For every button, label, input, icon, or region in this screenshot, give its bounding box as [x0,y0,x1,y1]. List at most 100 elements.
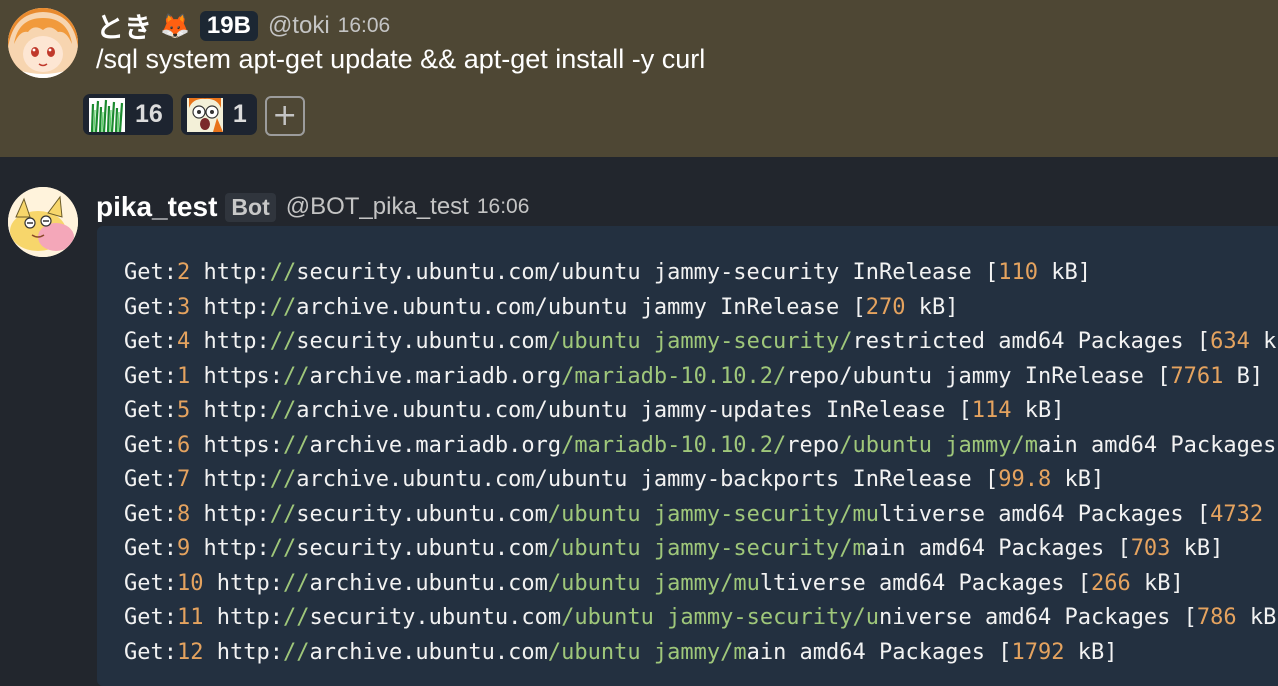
code-token: kB] [905,294,959,320]
code-token: http: [190,294,270,320]
code-token: Get: [124,467,177,492]
code-token: 7 [176,467,191,492]
code-token: // [282,639,310,665]
code-token: security.ubuntu.com [296,536,548,561]
code-token: // [282,570,310,596]
reaction-bar: 16 1 + [83,94,305,136]
code-token: archive.mariadb.org [309,432,562,458]
code-token: 270 [865,294,906,320]
code-token: kB] [1170,536,1224,561]
message-toki: とき 🦊 19B @toki 16:06 /sql system apt-get… [0,0,1278,157]
code-token: B] [1223,363,1264,389]
code-token: 8 [176,501,191,527]
code-token: kB] [1051,467,1105,492]
code-token: // [282,432,310,458]
code-token: archive.ubuntu.com/ubuntu jammy-backport… [296,467,999,492]
code-token: Get: [124,260,177,285]
user-badge: 19B [199,11,258,41]
code-token: B [1263,502,1278,527]
code-token: security.ubuntu.com [296,329,548,354]
code-line: Get:7 http://archive.ubuntu.com/ubuntu j… [124,463,1278,498]
code-token: kB] [1263,329,1278,354]
code-token: /ubuntu jammy/mu [547,570,760,596]
message-header: とき 🦊 19B @toki 16:06 [96,6,390,46]
code-token: 634 [1210,329,1250,354]
author-name[interactable]: pika_test [96,191,217,223]
code-token: Get: [124,432,177,458]
code-token: /mariadb-10.10.2/ [561,432,787,458]
code-token: /ubuntu jammy/m [547,639,747,665]
message-pika-test: pika_test Bot @BOT_pika_test 16:06 Get:2… [0,157,1278,686]
author-name[interactable]: とき [96,6,152,46]
add-reaction-button[interactable]: + [264,96,305,136]
code-token: 4 [176,329,191,354]
code-token: http: [190,501,270,527]
code-token: http: [190,467,270,492]
code-token: 7761 [1170,363,1224,389]
code-token: kB] [1249,605,1278,630]
code-token: https: [190,363,283,389]
code-token: Get: [124,570,177,596]
shocked-face-stamp-icon [186,97,223,132]
code-token: // [269,501,297,527]
code-token: 3 [176,294,191,320]
code-token: 10 [176,570,204,596]
code-token: kB] [1130,570,1184,596]
code-token: ltiverse amd64 Packages [ [759,570,1091,596]
message-header: pika_test Bot @BOT_pika_test 16:06 [96,187,529,227]
code-token: https: [190,432,283,458]
code-token: // [269,329,297,354]
code-token: ain amd64 Packages [ [746,639,1012,665]
code-output: Get:2 http://security.ubuntu.com/ubuntu … [124,256,1278,670]
code-token: http: [190,329,270,354]
code-token: Get: [124,294,177,320]
code-token: kB] [1011,398,1065,423]
code-token: repo [786,432,840,458]
bot-badge: Bot [225,192,276,222]
code-token: restricted amd64 Packages [ [852,329,1211,354]
code-token: // [282,605,310,630]
plus-icon: + [272,98,298,133]
code-token: /ubuntu jammy-security/mu [547,501,880,527]
code-token: /ubuntu jammy-security/ [547,329,853,354]
code-token: Get: [124,639,177,665]
code-token: archive.ubuntu.com [309,570,548,596]
code-token: // [282,363,310,389]
fox-emoji-icon: 🦊 [160,12,190,40]
avatar-toki[interactable] [8,8,78,78]
code-token: archive.ubuntu.com/ubuntu jammy InReleas… [296,294,866,320]
code-token: ain amd64 Packages [ [865,536,1131,561]
code-token: security.ubuntu.com [296,501,548,527]
code-token: 4732 [1210,501,1264,527]
message-time[interactable]: 16:06 [338,14,391,38]
code-token: 2 [176,260,191,285]
code-block[interactable]: Get:2 http://security.ubuntu.com/ubuntu … [97,226,1278,686]
avatar-pika-test[interactable] [8,187,78,257]
code-line: Get:6 https://archive.mariadb.org/mariad… [124,429,1278,464]
code-line: Get:2 http://security.ubuntu.com/ubuntu … [124,256,1278,291]
code-token: // [269,467,297,492]
reaction-shocked[interactable]: 1 [180,94,257,135]
code-token: Get: [124,501,177,527]
code-token: 1792 [1011,639,1065,665]
code-line: Get:8 http://security.ubuntu.com/ubuntu … [124,498,1278,533]
code-token: 12 [176,639,204,665]
code-token: // [269,536,297,561]
code-token: archive.mariadb.org [309,363,562,389]
code-line: Get:3 http://archive.ubuntu.com/ubuntu j… [124,291,1278,326]
code-token: security.ubuntu.com [309,605,562,630]
code-token: // [269,398,297,423]
reaction-grass[interactable]: 16 [83,94,173,135]
code-token: 11 [176,605,204,630]
author-handle[interactable]: @toki [268,12,330,40]
author-handle[interactable]: @BOT_pika_test [286,193,469,221]
code-line: Get:11 http://security.ubuntu.com/ubuntu… [124,601,1278,636]
code-line: Get:1 https://archive.mariadb.org/mariad… [124,360,1278,395]
code-token: security.ubuntu.com/ubuntu jammy-securit… [296,260,999,285]
message-time[interactable]: 16:06 [477,195,530,219]
reaction-count: 16 [135,100,163,128]
code-token: 266 [1090,570,1131,596]
code-token: Get: [124,398,177,423]
code-token: http: [190,260,270,285]
code-token: 703 [1130,536,1171,561]
